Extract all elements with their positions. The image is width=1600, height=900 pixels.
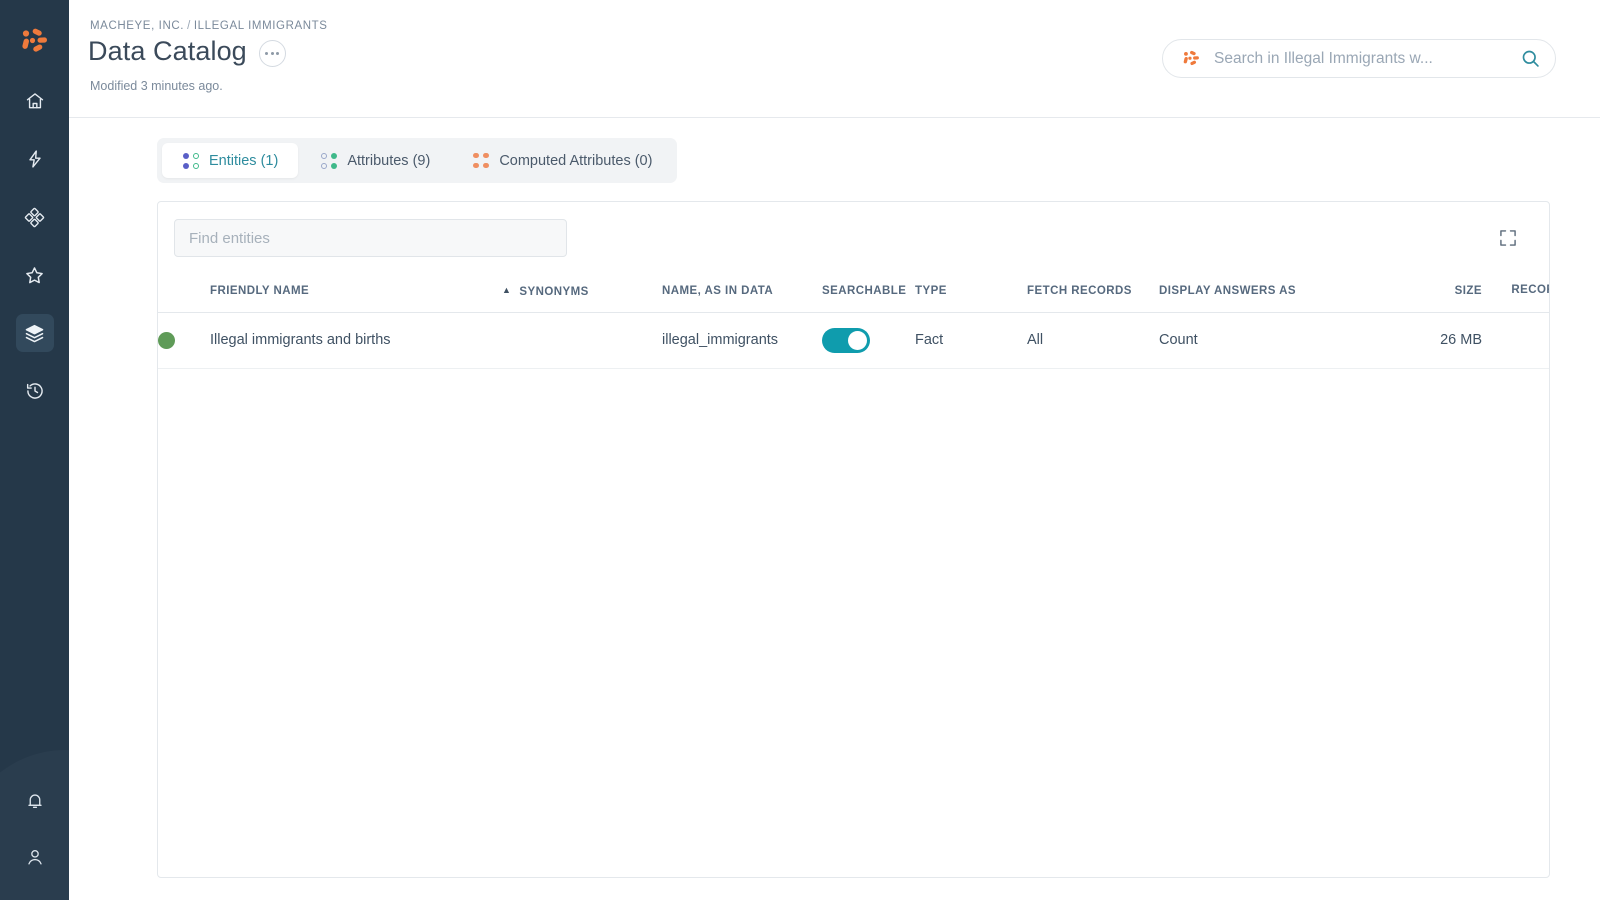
cell-searchable — [822, 312, 915, 369]
cell-friendly-name[interactable]: Illegal immigrants and births — [210, 312, 502, 369]
main-area: MACHEYE, INC. / ILLEGAL IMMIGRANTS Data Ca… — [69, 0, 1600, 900]
cell-synonyms[interactable] — [502, 312, 662, 369]
col-name-as-in-data[interactable]: NAME, AS IN DATA — [662, 274, 822, 313]
sidebar-item-data-catalog[interactable] — [15, 314, 54, 352]
col-synonyms-label: SYNONYMS — [519, 285, 589, 298]
sidebar-item-favorites[interactable] — [16, 256, 54, 294]
app-root: MACHEYE, INC. / ILLEGAL IMMIGRANTS Data Ca… — [0, 0, 1600, 900]
col-friendly-name[interactable]: FRIENDLY NAME — [210, 274, 502, 313]
tab-computed-attributes[interactable]: Computed Attributes (0) — [452, 143, 672, 178]
entities-dots-icon — [182, 152, 199, 169]
modified-timestamp: Modified 3 minutes ago. — [90, 79, 223, 93]
entities-table: FRIENDLY NAME ▲ SYNONYMS NAME, AS IN DATA… — [158, 274, 1549, 369]
sidebar-item-insights[interactable] — [16, 140, 54, 178]
title-row: Data Catalog — [88, 36, 286, 67]
computed-attributes-dots-icon — [472, 152, 489, 169]
status-indicator-dot — [158, 331, 175, 349]
sidebar-nav — [15, 82, 54, 410]
account-user-icon[interactable] — [16, 838, 54, 876]
row-status — [158, 312, 210, 369]
table-header-row: FRIENDLY NAME ▲ SYNONYMS NAME, AS IN DATA… — [158, 274, 1549, 313]
find-entities-input[interactable] — [174, 219, 567, 257]
tab-attributes[interactable]: Attributes (9) — [300, 143, 450, 178]
tabs-bar: Entities (1) Attributes (9) Computed Att… — [69, 118, 1600, 183]
breadcrumb-separator: / — [187, 20, 191, 32]
col-synonyms[interactable]: ▲ SYNONYMS — [502, 274, 662, 313]
col-searchable[interactable]: SEARCHABLE — [822, 274, 915, 313]
cell-name-as-in-data: illegal_immigrants — [662, 312, 822, 369]
tab-entities-label: Entities (1) — [209, 152, 279, 169]
cell-type: Fact — [915, 312, 1027, 369]
entities-panel: FRIENDLY NAME ▲ SYNONYMS NAME, AS IN DATA… — [157, 201, 1550, 878]
col-records-label: RECORDS — [1511, 284, 1549, 296]
sidebar — [0, 0, 69, 900]
col-status — [158, 274, 210, 313]
page-header: MACHEYE, INC. / ILLEGAL IMMIGRANTS Data Ca… — [69, 0, 1600, 118]
col-fetch-records[interactable]: FETCH RECORDS — [1027, 274, 1159, 313]
sidebar-item-apps[interactable] — [16, 198, 54, 236]
tab-entities[interactable]: Entities (1) — [162, 143, 299, 178]
sidebar-item-home[interactable] — [16, 82, 54, 120]
notifications-bell-icon[interactable] — [16, 782, 54, 820]
search-brand-icon — [1181, 48, 1202, 69]
table-row[interactable]: Illegal immigrants and births illegal_im… — [158, 312, 1549, 369]
tab-attributes-label: Attributes (9) — [347, 152, 431, 169]
page-more-options-button[interactable] — [258, 40, 286, 67]
searchable-toggle[interactable] — [822, 327, 870, 353]
search-input[interactable] — [1214, 49, 1512, 68]
tab-computed-attributes-label: Computed Attributes (0) — [499, 152, 653, 169]
sidebar-bottom-nav — [0, 782, 69, 876]
content-area: FRIENDLY NAME ▲ SYNONYMS NAME, AS IN DATA… — [69, 183, 1600, 900]
cell-size: 26 MB — [1370, 312, 1482, 369]
panel-toolbar — [158, 202, 1549, 274]
col-size[interactable]: SIZE — [1370, 274, 1482, 313]
breadcrumb: MACHEYE, INC. / ILLEGAL IMMIGRANTS — [90, 20, 328, 32]
page-title: Data Catalog — [88, 36, 247, 66]
search-icon[interactable] — [1520, 48, 1541, 69]
cell-fetch-records[interactable]: All — [1027, 312, 1159, 369]
expand-fullscreen-icon[interactable] — [1495, 225, 1521, 251]
cell-display-answers-as[interactable]: Count — [1159, 312, 1370, 369]
sidebar-item-history[interactable] — [16, 372, 54, 410]
col-type[interactable]: TYPE — [915, 274, 1027, 313]
global-search-box[interactable] — [1162, 39, 1556, 78]
breadcrumb-current[interactable]: ILLEGAL IMMIGRANTS — [194, 20, 328, 32]
breadcrumb-org[interactable]: MACHEYE, INC. — [90, 20, 184, 32]
ellipsis-icon — [265, 52, 280, 55]
attributes-dots-icon — [320, 152, 337, 169]
macheye-logo-icon[interactable] — [16, 22, 54, 60]
cell-records: 56837 — [1482, 312, 1549, 369]
col-display-answers-as[interactable]: DISPLAY ANSWERS AS — [1159, 274, 1370, 313]
col-records[interactable]: RECORDSi — [1482, 274, 1549, 313]
sort-ascending-icon: ▲ — [502, 284, 512, 295]
